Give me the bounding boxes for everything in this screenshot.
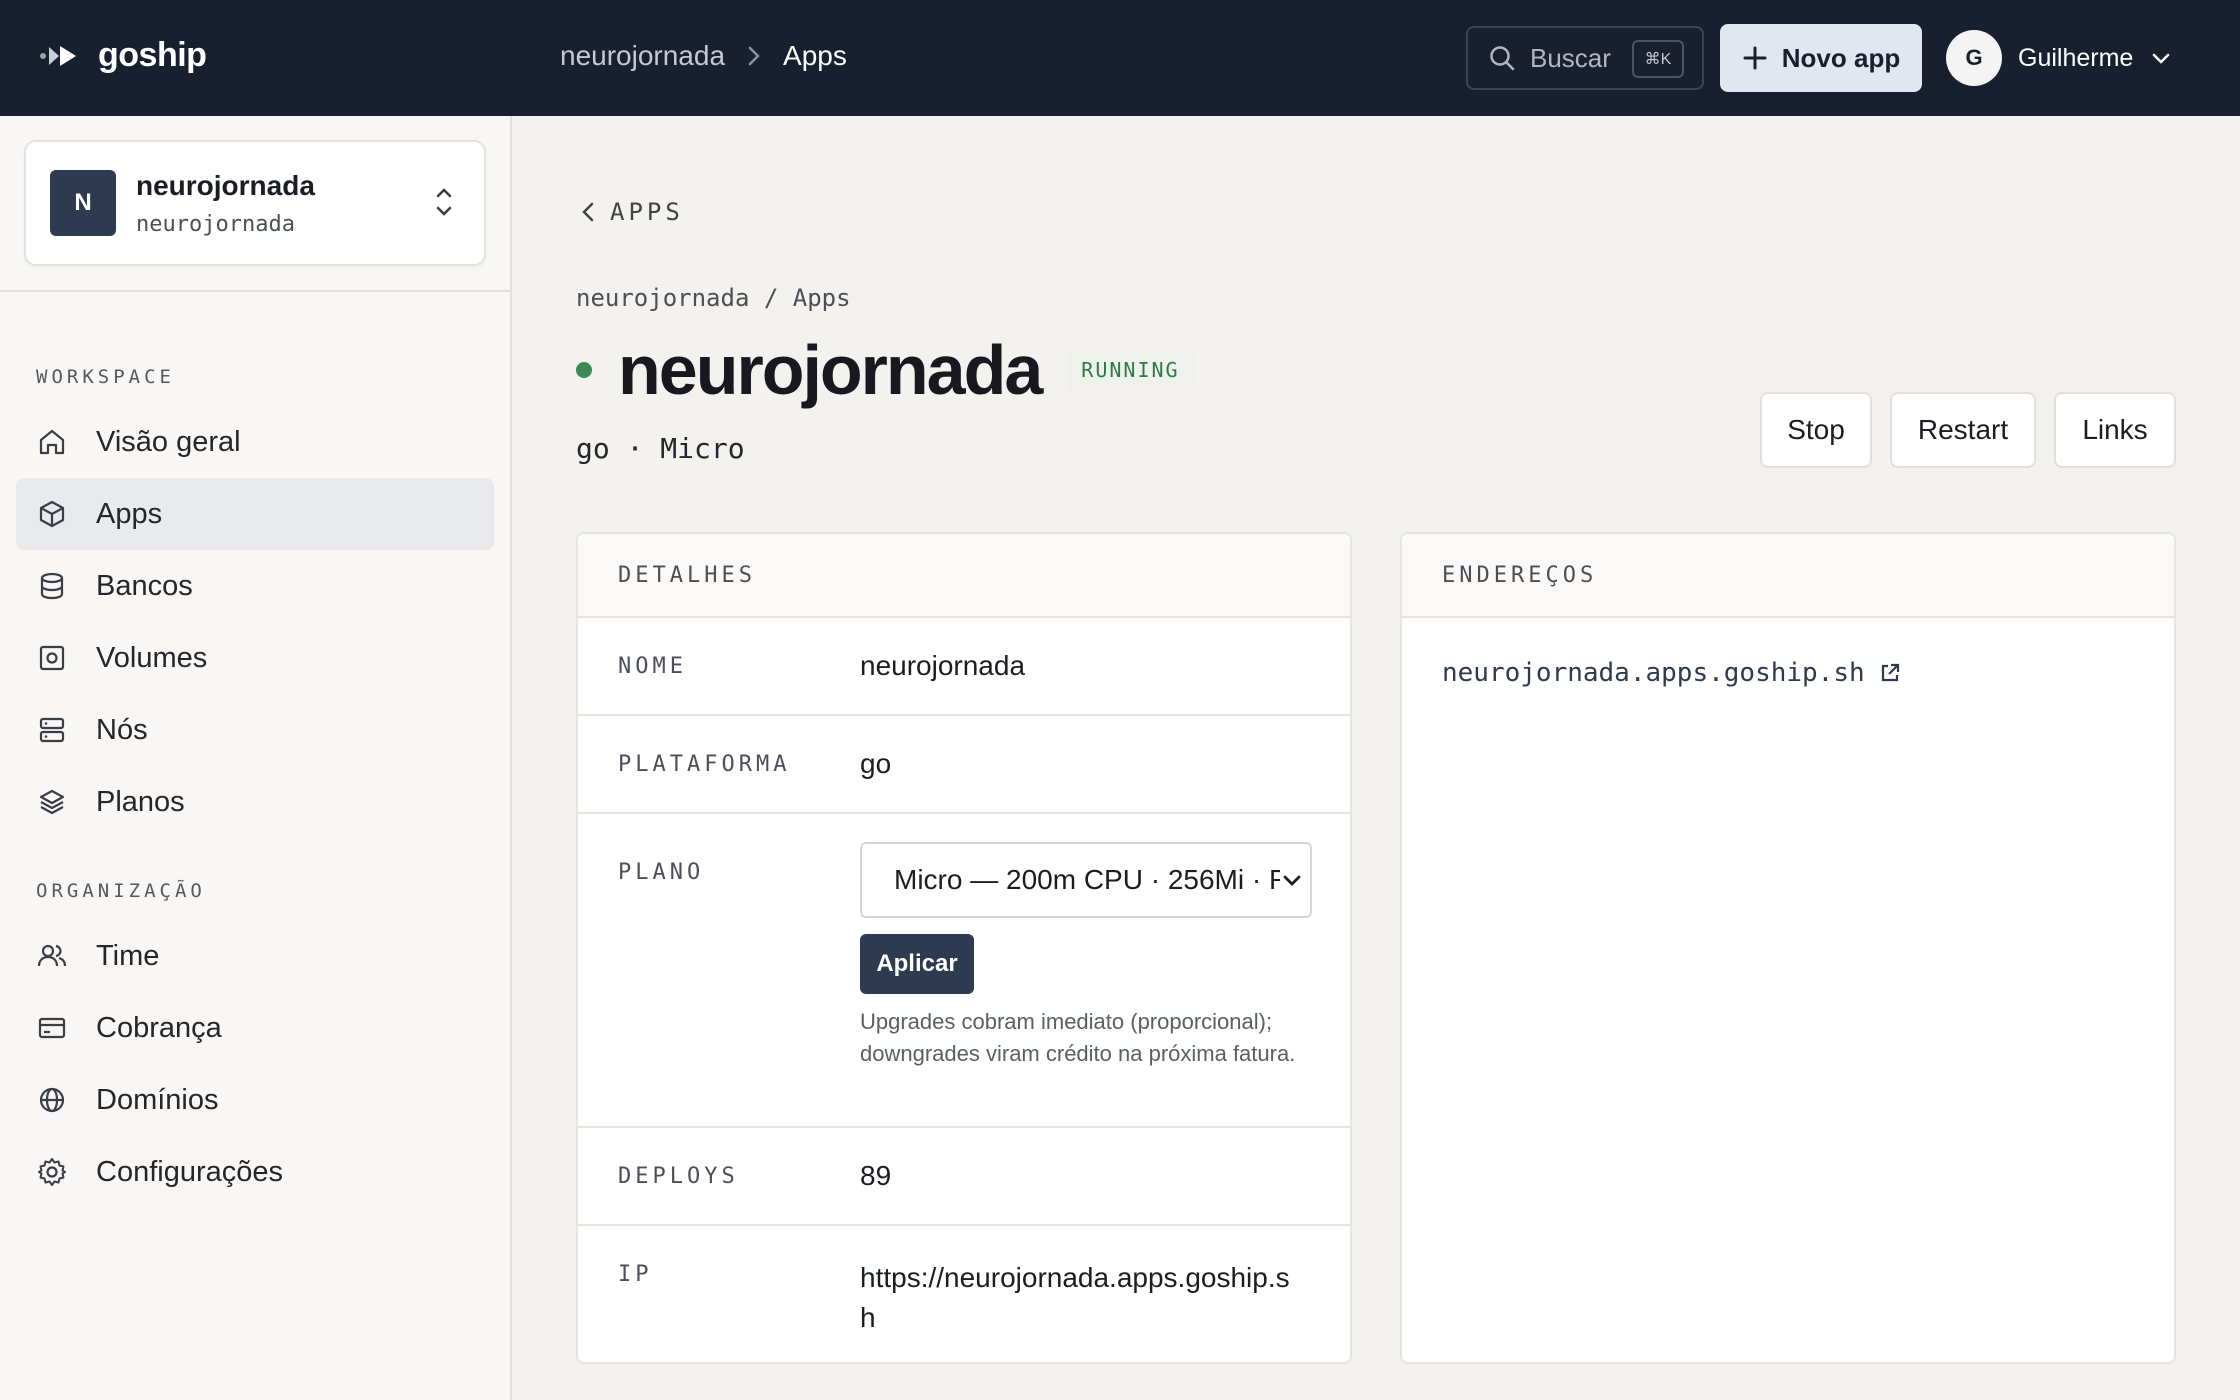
chevron-up-down-icon xyxy=(436,188,452,216)
page-title: neurojornada xyxy=(618,331,1043,409)
breadcrumb-page[interactable]: Apps xyxy=(783,40,847,72)
apply-plan-button[interactable]: Aplicar xyxy=(860,934,974,994)
sidebar-divider xyxy=(0,290,510,292)
layers-icon xyxy=(39,789,65,815)
sidebar-item-label: Configurações xyxy=(96,1155,283,1188)
sidebar-item-planos[interactable]: Planos xyxy=(16,766,494,838)
ip-value-line-1: https://neurojornada.apps.goship.s xyxy=(860,1262,1290,1293)
ip-value-line-2: h xyxy=(860,1302,876,1333)
detail-row-plano: PLANO Micro — 200m CPU · 256Mi · R Aplic… xyxy=(578,814,1350,1128)
detail-row-ip: IP https://neurojornada.apps.goship.s h xyxy=(578,1226,1350,1358)
brand-name: goship xyxy=(98,36,207,74)
sidebar-item-volumes[interactable]: Volumes xyxy=(16,622,494,694)
details-card: DETALHES NOME neurojornada PLATAFORMA go… xyxy=(576,532,1352,1364)
chevron-left-icon xyxy=(582,202,594,222)
sidebar-item-nos[interactable]: Nós xyxy=(16,694,494,766)
server-icon xyxy=(39,717,65,743)
top-bar: goship neurojornada Apps Buscar ⌘K Novo … xyxy=(0,0,2240,116)
globe-icon xyxy=(39,1087,65,1113)
page-breadcrumb: neurojornada / Apps xyxy=(576,284,851,312)
brand-logo[interactable]: goship xyxy=(40,36,207,75)
user-name: Guilherme xyxy=(2018,43,2134,72)
detail-row-nome: NOME neurojornada xyxy=(578,618,1350,716)
links-button[interactable]: Links xyxy=(2054,392,2176,468)
addresses-card-title: ENDEREÇOS xyxy=(1402,534,2174,618)
plano-label: PLANO xyxy=(618,860,705,885)
section-label-workspace: WORKSPACE xyxy=(36,366,175,388)
address-link[interactable]: neurojornada.apps.goship.sh xyxy=(1442,658,1901,688)
workspace-switcher[interactable]: N neurojornada neurojornada xyxy=(24,140,486,266)
ip-label: IP xyxy=(618,1262,653,1287)
sidebar-item-apps[interactable]: Apps xyxy=(16,478,494,550)
sidebar-item-label: Visão geral xyxy=(96,425,241,458)
back-to-apps-link[interactable]: APPS xyxy=(580,198,684,226)
sidebar-item-bancos[interactable]: Bancos xyxy=(16,550,494,622)
sidebar-item-label: Volumes xyxy=(96,641,208,674)
plus-icon xyxy=(1743,46,1767,70)
user-menu[interactable]: G Guilherme xyxy=(1946,30,2173,86)
status-badge: RUNNING xyxy=(1067,350,1194,390)
chevron-right-icon xyxy=(748,46,760,66)
users-icon xyxy=(37,944,67,967)
gear-icon xyxy=(38,1158,66,1186)
sidebar-item-label: Nós xyxy=(96,713,148,746)
home-icon xyxy=(39,429,65,455)
fast-forward-icon xyxy=(40,45,76,66)
plan-select[interactable]: Micro — 200m CPU · 256Mi · R xyxy=(860,842,1312,918)
workspace-avatar: N xyxy=(50,170,116,236)
restart-button[interactable]: Restart xyxy=(1890,392,2036,468)
addresses-card: ENDEREÇOS neurojornada.apps.goship.sh xyxy=(1400,532,2176,1364)
breadcrumb: neurojornada Apps xyxy=(560,40,847,72)
sidebar-item-dominios[interactable]: Domínios xyxy=(16,1064,494,1136)
search-icon xyxy=(1490,46,1515,71)
plataforma-label: PLATAFORMA xyxy=(618,752,791,777)
search-shortcut: ⌘K xyxy=(1632,40,1684,78)
credit-card-icon xyxy=(38,1017,66,1039)
chevron-down-icon xyxy=(2153,53,2170,64)
page-title-row: neurojornada RUNNING xyxy=(576,330,1194,410)
box-icon xyxy=(39,500,65,528)
workspace-slug: neurojornada xyxy=(136,212,295,237)
details-card-title: DETALHES xyxy=(578,534,1350,618)
new-app-button[interactable]: Novo app xyxy=(1720,24,1922,92)
database-icon xyxy=(40,572,64,600)
deploys-label: DEPLOYS xyxy=(618,1164,739,1189)
plataforma-value: go xyxy=(860,748,892,779)
detail-row-plataforma: PLATAFORMA go xyxy=(578,716,1350,814)
avatar: G xyxy=(1946,30,2002,86)
new-app-label: Novo app xyxy=(1781,42,1901,73)
nome-label: NOME xyxy=(618,654,687,679)
sidebar-item-label: Domínios xyxy=(96,1083,219,1116)
sidebar-item-label: Planos xyxy=(96,785,185,818)
sidebar-item-label: Cobrança xyxy=(96,1011,222,1044)
workspace-name: neurojornada xyxy=(136,170,315,201)
status-dot xyxy=(576,362,592,378)
plan-select-value: Micro — 200m CPU · 256Mi · R xyxy=(894,864,1290,895)
plan-help-text: Upgrades cobram imediato (proporcional);… xyxy=(860,1009,1296,1066)
address-link-text: neurojornada.apps.goship.sh xyxy=(1442,658,1865,688)
app-subtitle: go · Micro xyxy=(576,432,745,465)
sidebar-item-configuracoes[interactable]: Configurações xyxy=(16,1136,494,1208)
section-label-organizacao: ORGANIZAÇÃO xyxy=(36,880,206,902)
chevron-down-icon xyxy=(1280,868,1304,892)
sidebar-item-visao-geral[interactable]: Visão geral xyxy=(16,406,494,478)
ip-value: https://neurojornada.apps.goship.s h xyxy=(860,1258,1290,1338)
search-label: Buscar xyxy=(1530,42,1611,73)
breadcrumb-org[interactable]: neurojornada xyxy=(560,40,725,72)
sidebar-item-time[interactable]: Time xyxy=(16,920,494,992)
sidebar: N neurojornada neurojornada WORKSPACE Vi… xyxy=(0,116,512,1400)
volume-icon xyxy=(39,645,65,671)
stop-button[interactable]: Stop xyxy=(1760,392,1872,468)
sidebar-item-label: Apps xyxy=(96,497,163,530)
search-button[interactable]: Buscar ⌘K xyxy=(1466,26,1704,90)
deploys-value: 89 xyxy=(860,1160,892,1191)
back-label: APPS xyxy=(610,198,684,226)
nome-value: neurojornada xyxy=(860,650,1026,681)
sidebar-item-label: Bancos xyxy=(96,569,193,602)
external-link-icon xyxy=(1881,663,1899,682)
sidebar-item-cobranca[interactable]: Cobrança xyxy=(16,992,494,1064)
detail-row-deploys: DEPLOYS 89 xyxy=(578,1128,1350,1226)
app-actions: Stop Restart Links xyxy=(1760,392,2176,468)
sidebar-item-label: Time xyxy=(96,939,160,972)
